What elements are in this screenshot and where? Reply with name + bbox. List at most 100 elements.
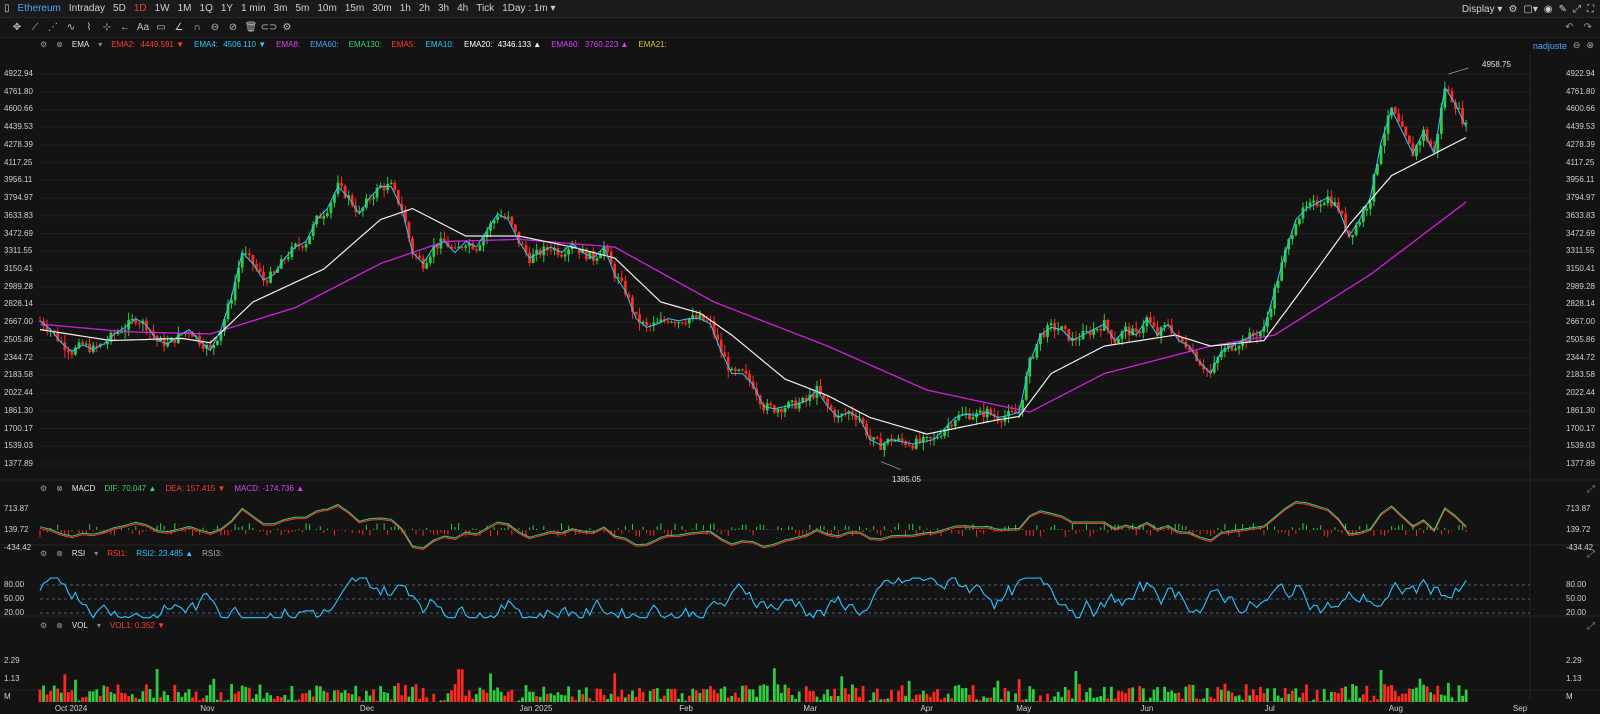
volume-bar [553,695,556,702]
volume-bar [1049,700,1053,702]
price-axis-left-label: 3794.97 [4,193,33,203]
price-axis-left-label: 4439.53 [4,122,33,132]
volume-bar [1418,678,1422,702]
rsi-axis-right-label: 20.00 [1566,608,1587,617]
volume-bar [446,693,450,702]
volume-bar [1039,695,1042,702]
volume-bar [311,696,315,702]
volume-bar [1322,688,1326,702]
chart-canvas[interactable]: 4958.75 1385.05 [0,0,1600,714]
volume-bar [56,688,60,702]
volume-bar [1269,701,1273,702]
x-axis-label: Jan 2025 [519,704,553,713]
volume-bar [840,676,844,702]
candle-body [372,197,375,200]
volume-bar [251,698,255,702]
volume-bar [113,693,116,702]
volume-bar [687,695,691,702]
volume-bar [191,697,194,702]
high-marker-line [1448,67,1469,75]
candle-body [1010,411,1014,413]
candle-body [1400,121,1404,127]
candle-body [900,438,904,442]
volume-bar [900,685,904,702]
volume-bar [1209,696,1213,702]
volume-bar [868,700,872,702]
volume-bar [1060,697,1064,702]
candle-body [393,182,397,191]
volume-bar [49,690,53,702]
volume-bar [240,685,244,702]
candle-body [506,216,510,218]
volume-bar [45,694,49,702]
volume-bar [1411,689,1415,702]
volume-bar [1305,684,1308,702]
volume-bar [42,685,45,702]
volume-bar [180,696,184,702]
volume-bar [290,686,294,702]
volume-bar [443,700,446,702]
candle-body [464,245,468,248]
volume-bar [946,693,950,702]
volume-bar [638,687,641,702]
volume-bar [1422,684,1425,702]
candle-body [907,445,911,447]
price-axis-left-label: 2667.00 [4,317,33,327]
volume-bar [152,697,155,702]
candle-body [1404,126,1408,136]
volume-bar [723,686,727,702]
price-axis-left-label: 1377.89 [4,459,33,468]
volume-bar [134,697,138,702]
price-axis-right-label: 4600.66 [1566,104,1595,114]
candle-body [386,184,390,191]
volume-bar [1170,690,1174,702]
candle-body [680,322,684,324]
volume-bar [1007,691,1010,702]
volume-bar [549,693,553,702]
volume-bar [1262,693,1266,702]
volume-bar [581,694,585,702]
volume-bar [943,697,947,702]
volume-bar [233,693,237,702]
volume-bar [279,697,283,702]
volume-bar [811,691,815,702]
volume-bar [162,691,166,702]
volume-bar [524,685,528,702]
volume-bar [918,694,922,702]
candle-body [780,409,783,413]
volume-bar [960,688,964,702]
candle-body [1000,421,1003,423]
volume-bar [620,689,624,702]
candle-body [1269,308,1273,317]
volume-bar [262,698,265,702]
volume-bar [1113,698,1117,702]
volume-bar [989,697,993,702]
volume-bar [198,700,202,702]
macd-axis-left-label: 139.72 [4,525,29,534]
candle-body [744,370,748,374]
price-axis-left-label: 3311.55 [4,246,33,256]
candle-body [978,410,982,414]
volume-bar [673,688,677,702]
price-axis-right-label: 2183.58 [1566,370,1595,380]
volume-bar [1067,689,1071,702]
volume-bar [1078,684,1081,702]
vol-axis-right-label: M [1566,692,1573,701]
candle-body [1063,326,1067,329]
volume-bar [155,669,159,702]
volume-bar [528,691,531,702]
volume-bar [666,688,670,702]
volume-bar [829,696,833,702]
candle-body [1290,235,1294,240]
volume-bar [1383,684,1386,702]
volume-bar [467,690,471,702]
candle-body [513,224,517,232]
volume-bar [1053,696,1057,702]
macd-axis-left-label: -434.42 [4,543,32,552]
volume-bar [1351,684,1355,702]
volume-bar [1134,701,1138,702]
candle-body [563,254,567,257]
candle-body [1031,357,1035,359]
volume-bar [684,700,688,702]
volume-bar [130,694,134,702]
